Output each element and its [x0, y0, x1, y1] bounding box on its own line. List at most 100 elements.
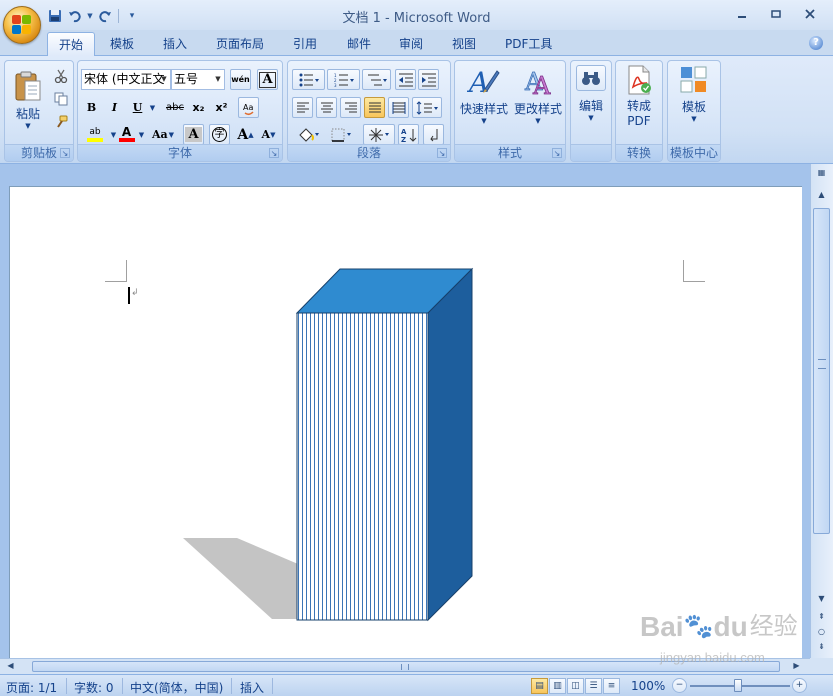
- language-indicator[interactable]: 中文(简体，中国): [130, 679, 223, 696]
- ruler-toggle-icon[interactable]: ▦: [813, 166, 830, 180]
- grow-font-button[interactable]: A ▲: [235, 124, 256, 145]
- tab-references[interactable]: 引用: [282, 32, 328, 56]
- document-page[interactable]: ↲: [9, 186, 802, 658]
- paragraph-group-label: 段落: [288, 144, 450, 161]
- scroll-up-icon[interactable]: ▲: [813, 188, 830, 202]
- draft-view-icon[interactable]: ≡: [603, 678, 620, 694]
- phonetic-guide-button[interactable]: wén: [230, 69, 251, 90]
- clear-formatting-button[interactable]: Aa: [238, 97, 259, 118]
- pdf-icon: [628, 65, 651, 95]
- chevron-down-icon[interactable]: ▼: [148, 97, 157, 118]
- bullets-button[interactable]: [292, 69, 325, 90]
- office-button[interactable]: [3, 6, 41, 44]
- change-styles-button[interactable]: A A 更改样式 ▼: [511, 65, 565, 137]
- svg-text:Z: Z: [401, 136, 406, 143]
- next-page-icon[interactable]: ⇟: [813, 640, 830, 654]
- outline-view-icon[interactable]: ☰: [585, 678, 602, 694]
- close-icon[interactable]: [793, 4, 827, 24]
- 3d-cuboid-shape[interactable]: [10, 187, 803, 659]
- font-name-select[interactable]: 宋体 (中文正文 ▼: [81, 69, 171, 90]
- dialog-launcher-icon[interactable]: ↘: [60, 148, 70, 158]
- chinese-layout-button[interactable]: [363, 124, 395, 145]
- convert-pdf-label-1: 转成: [626, 99, 651, 113]
- distributed-icon: [392, 101, 405, 114]
- decrease-indent-button[interactable]: [395, 69, 416, 90]
- convert-to-pdf-button[interactable]: 转成 PDF: [619, 65, 659, 137]
- distributed-button[interactable]: [388, 97, 409, 118]
- multilevel-list-button[interactable]: [362, 69, 391, 90]
- italic-button[interactable]: I: [104, 97, 125, 118]
- underline-button[interactable]: U: [127, 97, 148, 118]
- subscript-button[interactable]: x₂: [188, 97, 209, 118]
- tab-pdf-tools[interactable]: PDF工具: [494, 32, 563, 56]
- bold-icon: B: [86, 101, 97, 114]
- character-shading-button[interactable]: A: [183, 124, 204, 145]
- page-count[interactable]: 页面: 1/1: [6, 679, 57, 696]
- select-browse-object-icon[interactable]: ○: [813, 625, 830, 639]
- change-styles-label: 更改样式: [513, 102, 562, 116]
- align-center-button[interactable]: [316, 97, 337, 118]
- align-left-button[interactable]: [292, 97, 313, 118]
- print-layout-view-icon[interactable]: ▤: [531, 678, 548, 694]
- dialog-launcher-icon[interactable]: ↘: [552, 148, 562, 158]
- scroll-left-icon[interactable]: ◀: [2, 659, 19, 673]
- tab-home[interactable]: 开始: [47, 32, 96, 56]
- tab-review[interactable]: 审阅: [388, 32, 434, 56]
- strikethrough-button[interactable]: abc: [162, 97, 188, 118]
- copy-icon[interactable]: [50, 88, 71, 109]
- tab-mailings[interactable]: 邮件: [336, 32, 382, 56]
- paste-button[interactable]: 粘贴 ▼: [9, 65, 47, 135]
- previous-page-icon[interactable]: ⇞: [813, 610, 830, 624]
- insert-mode-indicator[interactable]: 插入: [240, 679, 264, 696]
- divider: [66, 678, 67, 694]
- change-case-button[interactable]: Aa ▼: [149, 124, 177, 145]
- editing-button[interactable]: 编辑 ▼: [574, 65, 608, 137]
- help-icon[interactable]: ?: [809, 36, 823, 50]
- word-count[interactable]: 字数: 0: [74, 679, 114, 696]
- numbering-button[interactable]: 123: [327, 69, 360, 90]
- zoom-level[interactable]: 100%: [631, 679, 665, 693]
- full-screen-reading-view-icon[interactable]: ▥: [549, 678, 566, 694]
- scroll-down-icon[interactable]: ▼: [813, 592, 830, 606]
- minimize-icon[interactable]: [725, 4, 759, 24]
- status-bar: 页面: 1/1 字数: 0 中文(简体，中国) 插入 ▤ ▥ ◫ ☰ ≡ 100…: [0, 674, 833, 696]
- shrink-font-button[interactable]: A ▼: [258, 124, 279, 145]
- increase-indent-button[interactable]: [418, 69, 439, 90]
- quick-styles-button[interactable]: A 快速样式 ▼: [457, 65, 511, 137]
- format-painter-icon[interactable]: [50, 111, 71, 132]
- font-color-button[interactable]: A: [116, 124, 137, 145]
- chevron-down-icon[interactable]: ▼: [137, 124, 146, 145]
- justify-icon: [368, 102, 381, 112]
- character-border-button[interactable]: A: [257, 69, 278, 90]
- convert-group: 转成 PDF 转换: [615, 60, 663, 162]
- borders-button[interactable]: [328, 124, 356, 145]
- align-right-button[interactable]: [340, 97, 361, 118]
- show-hide-marks-button[interactable]: [423, 124, 444, 145]
- bold-button[interactable]: B: [81, 97, 102, 118]
- tab-view[interactable]: 视图: [441, 32, 487, 56]
- paragraph-mark-icon: [429, 128, 437, 141]
- dialog-launcher-icon[interactable]: ↘: [269, 148, 279, 158]
- vertical-scrollbar[interactable]: ▦ ▲ ▼ ⇞ ○ ⇟: [810, 164, 833, 658]
- tab-page-layout[interactable]: 页面布局: [205, 32, 275, 56]
- vertical-scroll-thumb[interactable]: [813, 208, 830, 534]
- font-size-select[interactable]: 五号 ▼: [171, 69, 225, 90]
- cut-icon[interactable]: [50, 65, 71, 86]
- highlight-button[interactable]: ab: [81, 124, 109, 145]
- web-layout-view-icon[interactable]: ◫: [567, 678, 584, 694]
- zoom-out-icon[interactable]: −: [672, 678, 687, 693]
- dialog-launcher-icon[interactable]: ↘: [437, 148, 447, 158]
- chevron-down-icon: ▼: [215, 75, 221, 83]
- shading-button[interactable]: [292, 124, 324, 145]
- sort-button[interactable]: AZ: [398, 124, 419, 145]
- enclose-characters-button[interactable]: 字: [209, 124, 230, 145]
- zoom-in-icon[interactable]: +: [792, 678, 807, 693]
- line-spacing-button[interactable]: [412, 97, 442, 118]
- template-button[interactable]: 模板 ▼: [671, 65, 717, 137]
- superscript-button[interactable]: x²: [211, 97, 232, 118]
- maximize-icon[interactable]: [759, 4, 793, 24]
- tab-templates[interactable]: 模板: [99, 32, 145, 56]
- zoom-slider-thumb[interactable]: [734, 679, 742, 692]
- tab-insert[interactable]: 插入: [152, 32, 198, 56]
- justify-button[interactable]: [364, 97, 385, 118]
